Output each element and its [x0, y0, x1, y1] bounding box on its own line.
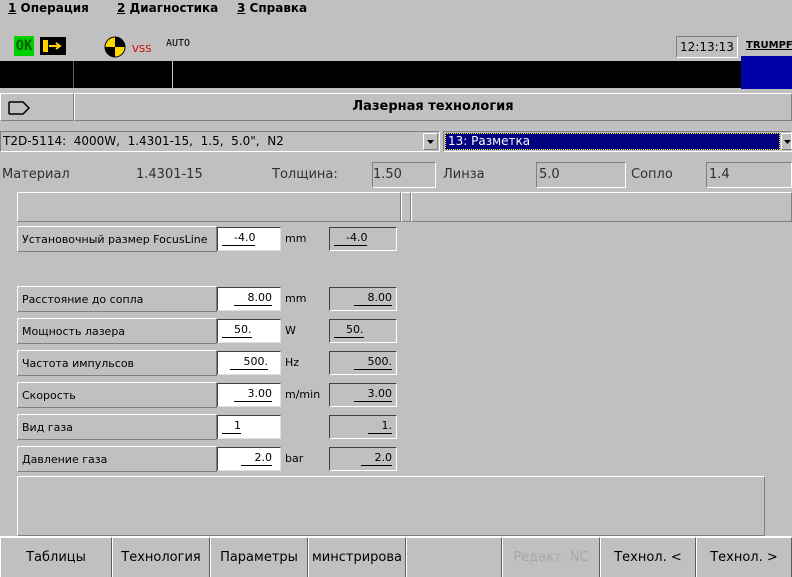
lens-label: Линза: [443, 167, 485, 182]
menu-bar: 1 Операция 2 Диагностика 3 Справка: [0, 0, 792, 17]
material-label: Материал: [2, 167, 70, 182]
softkey-tables[interactable]: Таблицы: [0, 537, 112, 577]
target-icon: [104, 36, 126, 58]
param-readout-speed: 3.00: [329, 383, 397, 407]
vss-label: VSS: [132, 44, 152, 55]
focusline-input[interactable]: -4.0: [217, 227, 281, 251]
mode-select-highlight: 13: Разметка: [445, 133, 780, 150]
chevron-down-icon: [784, 140, 791, 144]
param-input-value: 500.: [229, 355, 268, 370]
column-header-left: [17, 192, 401, 222]
softkey-tech-prev[interactable]: Технол. <: [600, 537, 696, 577]
param-label-nozzle-distance: Расстояние до сопла: [17, 286, 217, 312]
param-unit: bar: [285, 452, 304, 465]
arrow-right-icon: [8, 101, 31, 115]
param-readout-value: 1.: [367, 419, 392, 434]
focusline-unit: mm: [285, 232, 307, 245]
param-input-value: 3.00: [233, 387, 272, 402]
nozzle-label: Сопло: [631, 167, 673, 182]
param-readout-value: 500.: [353, 355, 392, 370]
ok-indicator: OK: [14, 36, 34, 56]
back-arrow-button[interactable]: [0, 93, 74, 121]
focusline-readout-value: -4.0: [334, 231, 368, 246]
param-readout-gas-type: 1.: [329, 415, 397, 439]
param-unit: m/min: [285, 388, 321, 401]
menu-diagnostics[interactable]: 2 Диагностика: [117, 0, 218, 16]
param-readout-gas-pressure: 2.0: [329, 447, 397, 471]
mode-dropdown-button[interactable]: [781, 133, 792, 150]
strip-divider-2: [172, 61, 173, 88]
softkey-parameters[interactable]: Параметры: [210, 537, 308, 577]
param-readout-pulse-frequency: 500.: [329, 351, 397, 375]
page-title-bar: Лазерная технология: [74, 93, 792, 121]
param-input-value: 50.: [222, 323, 252, 338]
softkey-tech-next[interactable]: Технол. >: [696, 537, 792, 577]
target-icon-glyph: [104, 36, 126, 58]
param-unit: Hz: [285, 356, 300, 369]
param-readout-laser-power: 50.: [329, 319, 397, 343]
nozzle-value-box: 1.4: [706, 162, 792, 188]
clock: 12:13:13: [676, 36, 738, 58]
param-input-value: 8.00: [233, 291, 272, 306]
mode-select-value: 13: Разметка: [448, 134, 531, 148]
param-input-gas-type[interactable]: 1: [217, 415, 281, 439]
param-readout-value: 8.00: [353, 291, 392, 306]
param-readout-value: 2.0: [360, 451, 392, 466]
param-label-gas-type: Вид газа: [17, 414, 217, 440]
param-unit: [283, 414, 327, 440]
auto-label: AUTO: [166, 38, 191, 49]
brand-logo: TRUMPF: [741, 36, 792, 89]
message-area: [17, 476, 765, 536]
door-icon-glyph: [43, 40, 62, 52]
focusline-label: Установочный размер FocusLine: [17, 226, 217, 252]
param-unit: mm: [285, 292, 307, 305]
param-input-pulse-frequency[interactable]: 500.: [217, 351, 281, 375]
thickness-value-box: 1.50: [372, 162, 436, 188]
mode-select[interactable]: 13: Разметка: [443, 131, 792, 152]
param-readout-value: 50.: [334, 323, 364, 338]
program-dropdown-button[interactable]: [423, 133, 438, 150]
menu-operation[interactable]: 1 Операция: [8, 0, 89, 16]
param-input-gas-pressure[interactable]: 2.0: [217, 447, 281, 471]
page-title: Лазерная технология: [352, 99, 514, 114]
param-input-value: 2.0: [240, 451, 272, 466]
param-label-speed: Скорость: [17, 382, 217, 408]
column-header-right: [411, 192, 792, 222]
softkey-technology[interactable]: Технология: [112, 537, 210, 577]
nozzle-value: 1.4: [709, 167, 730, 182]
param-label-pulse-frequency: Частота импульсов: [17, 350, 217, 376]
brand-label: TRUMPF: [741, 36, 792, 56]
focusline-input-value: -4.0: [222, 231, 256, 246]
door-icon: [40, 37, 66, 55]
param-unit: W: [285, 324, 296, 337]
param-input-laser-power[interactable]: 50.: [217, 319, 281, 343]
chevron-down-icon: [427, 140, 434, 144]
program-select-value: T2D-5114: 4000W, 1.4301-15, 1.5, 5.0", N…: [3, 134, 284, 148]
focusline-readout: -4.0: [329, 227, 397, 251]
softkey-empty[interactable]: [406, 537, 502, 577]
param-readout-value: 3.00: [353, 387, 392, 402]
material-value: 1.4301-15: [136, 167, 203, 182]
param-readout-nozzle-distance: 8.00: [329, 287, 397, 311]
param-input-speed[interactable]: 3.00: [217, 383, 281, 407]
lens-value: 5.0: [539, 167, 560, 182]
thickness-label: Толщина:: [272, 167, 338, 182]
lens-value-box: 5.0: [536, 162, 626, 188]
softkey-administration[interactable]: минстрирова: [308, 537, 406, 577]
strip-divider-1: [73, 61, 74, 88]
param-label-laser-power: Мощность лазера: [17, 318, 217, 344]
message-strip: [0, 61, 741, 88]
menu-help[interactable]: 3 Справка: [237, 0, 307, 16]
program-select[interactable]: T2D-5114: 4000W, 1.4301-15, 1.5, 5.0", N…: [0, 131, 440, 152]
param-input-nozzle-distance[interactable]: 8.00: [217, 287, 281, 311]
column-header-splitter[interactable]: [401, 192, 411, 222]
softkey-edit-nc[interactable]: Редакт. NC: [502, 537, 600, 577]
param-label-gas-pressure: Давление газа: [17, 446, 217, 472]
param-input-value: 1: [222, 419, 241, 434]
thickness-value: 1.50: [373, 167, 402, 182]
